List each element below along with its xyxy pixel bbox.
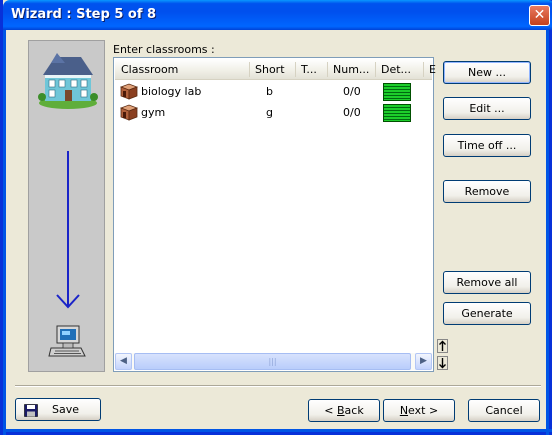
scroll-right-icon[interactable]: ▶ — [415, 353, 432, 370]
classroom-num: 0/0 — [343, 85, 361, 98]
column-header-t[interactable]: T... — [301, 63, 317, 76]
save-button[interactable]: Save — [15, 398, 101, 421]
horizontal-scrollbar[interactable]: ◀ ||| ▶ — [115, 353, 432, 370]
column-separator[interactable] — [327, 62, 328, 77]
down-arrow-icon — [56, 151, 80, 309]
close-icon: ✕ — [533, 7, 546, 23]
classrooms-list[interactable]: Classroom Short T... Num... Det... E bio… — [113, 57, 436, 372]
classroom-short: g — [266, 106, 273, 119]
move-up-icon[interactable] — [437, 339, 448, 353]
close-button[interactable]: ✕ — [529, 5, 550, 26]
time-off-button[interactable]: Time off ... — [443, 134, 531, 157]
column-separator[interactable] — [423, 62, 424, 77]
save-label: Save — [52, 403, 80, 416]
scrollbar-thumb[interactable]: ||| — [134, 353, 411, 370]
house-icon — [38, 53, 98, 109]
title-bar: Wizard : Step 5 of 8 ✕ — [3, 0, 552, 30]
wizard-side-panel — [28, 40, 105, 372]
next-rest: ext > — [408, 404, 439, 417]
wizard-window: Wizard : Step 5 of 8 ✕ Enter classrooms … — [0, 0, 552, 435]
column-separator[interactable] — [375, 62, 376, 77]
new-button[interactable]: New ... — [443, 61, 531, 84]
table-row[interactable]: gym g 0/0 — [115, 102, 432, 123]
list-header: Classroom Short T... Num... Det... E — [115, 59, 436, 80]
column-separator[interactable] — [249, 62, 250, 77]
column-header-classroom[interactable]: Classroom — [121, 63, 178, 76]
column-separator[interactable] — [295, 62, 296, 77]
generate-button[interactable]: Generate — [443, 302, 531, 325]
save-disk-icon — [24, 404, 38, 417]
back-rest: ack — [344, 404, 364, 417]
back-prefix: < — [324, 404, 337, 417]
remove-all-button[interactable]: Remove all — [443, 271, 531, 294]
column-header-num[interactable]: Num... — [333, 63, 369, 76]
classroom-name: gym — [141, 106, 166, 119]
back-mnemonic: B — [337, 404, 345, 417]
next-button[interactable]: Next > — [383, 399, 455, 422]
window-frame-bottom — [3, 429, 552, 432]
back-button[interactable]: < Back — [308, 399, 380, 422]
scroll-left-icon[interactable]: ◀ — [115, 353, 132, 370]
classrooms-label: Enter classrooms : — [113, 43, 215, 56]
table-row[interactable]: biology lab b 0/0 — [115, 81, 432, 102]
column-header-short[interactable]: Short — [255, 63, 285, 76]
computer-icon — [48, 325, 86, 357]
move-down-icon[interactable] — [437, 356, 448, 370]
column-header-details[interactable]: Det... — [381, 63, 411, 76]
classroom-name: biology lab — [141, 85, 202, 98]
room-icon — [120, 83, 138, 100]
classroom-num: 0/0 — [343, 106, 361, 119]
detail-swatch — [383, 104, 411, 122]
room-icon — [120, 104, 138, 121]
cancel-button[interactable]: Cancel — [468, 399, 540, 422]
edit-button[interactable]: Edit ... — [443, 97, 531, 120]
window-title: Wizard : Step 5 of 8 — [11, 7, 157, 22]
column-header-e[interactable]: E — [429, 63, 436, 76]
detail-swatch — [383, 83, 411, 101]
next-mnemonic: N — [399, 404, 409, 417]
remove-button[interactable]: Remove — [443, 180, 531, 203]
footer-divider — [15, 385, 541, 387]
window-frame-right — [546, 30, 549, 435]
window-frame-left — [3, 30, 6, 435]
classroom-short: b — [266, 85, 273, 98]
